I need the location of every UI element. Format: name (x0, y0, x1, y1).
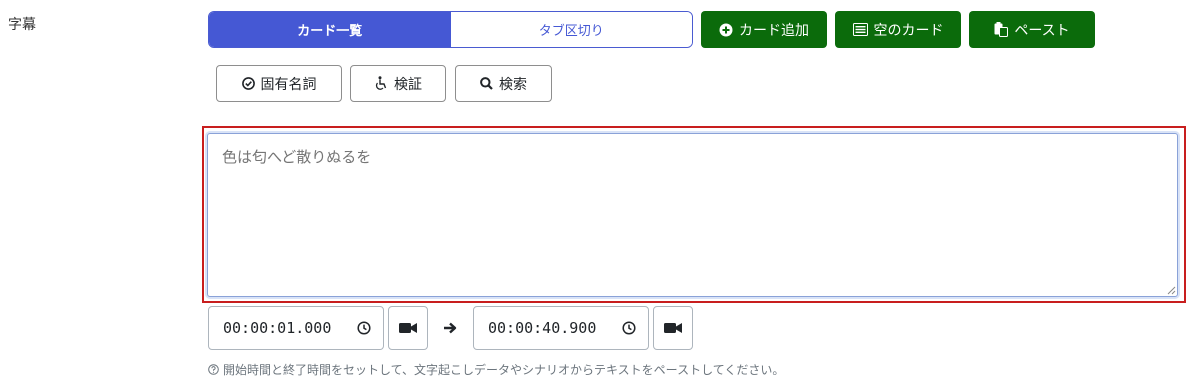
empty-card-label: 空のカード (873, 22, 944, 39)
search-icon (480, 77, 493, 90)
list-icon (852, 23, 868, 36)
proper-noun-button[interactable]: 固有名詞 (216, 65, 342, 102)
add-card-button[interactable]: カード追加 (701, 11, 827, 48)
end-camera-button[interactable] (653, 306, 693, 350)
start-camera-button[interactable] (388, 306, 428, 350)
proper-noun-label: 固有名詞 (260, 76, 317, 93)
clock-icon[interactable] (622, 321, 636, 335)
end-time-value: 00:00:40.900 (488, 319, 597, 337)
search-button[interactable]: 検索 (455, 65, 552, 102)
tab-split-toggle[interactable]: タブ区切り (450, 12, 692, 47)
plus-circle-icon (719, 23, 733, 37)
search-label: 検索 (499, 76, 527, 93)
video-camera-icon (399, 322, 417, 334)
paste-icon (994, 22, 1009, 37)
paste-button[interactable]: ペースト (969, 11, 1095, 48)
end-time-input[interactable]: 00:00:40.900 (473, 306, 649, 350)
accessibility-icon (374, 76, 388, 91)
subtitle-field-label: 字幕 (8, 17, 36, 33)
empty-card-button[interactable]: 空のカード (835, 11, 961, 48)
clock-icon[interactable] (357, 321, 371, 335)
verify-label: 検証 (394, 76, 422, 93)
question-circle-icon (208, 364, 219, 375)
resize-handle-icon[interactable] (1166, 285, 1176, 295)
view-toggle: カード一覧 タブ区切り (208, 11, 693, 48)
verify-button[interactable]: 検証 (350, 65, 446, 102)
start-time-value: 00:00:01.000 (223, 319, 332, 337)
arrow-right-icon (440, 318, 460, 338)
paste-label: ペースト (1014, 22, 1070, 39)
start-time-input[interactable]: 00:00:01.000 (208, 306, 384, 350)
card-list-toggle[interactable]: カード一覧 (209, 12, 451, 47)
subtitle-textarea[interactable] (207, 133, 1178, 297)
help-text: 開始時間と終了時間をセットして、文字起こしデータやシナリオからテキストをペースト… (208, 361, 784, 378)
add-card-label: カード追加 (739, 22, 809, 39)
video-camera-icon (664, 322, 682, 334)
check-circle-icon (241, 77, 255, 90)
help-text-label: 開始時間と終了時間をセットして、文字起こしデータやシナリオからテキストをペースト… (223, 363, 785, 377)
